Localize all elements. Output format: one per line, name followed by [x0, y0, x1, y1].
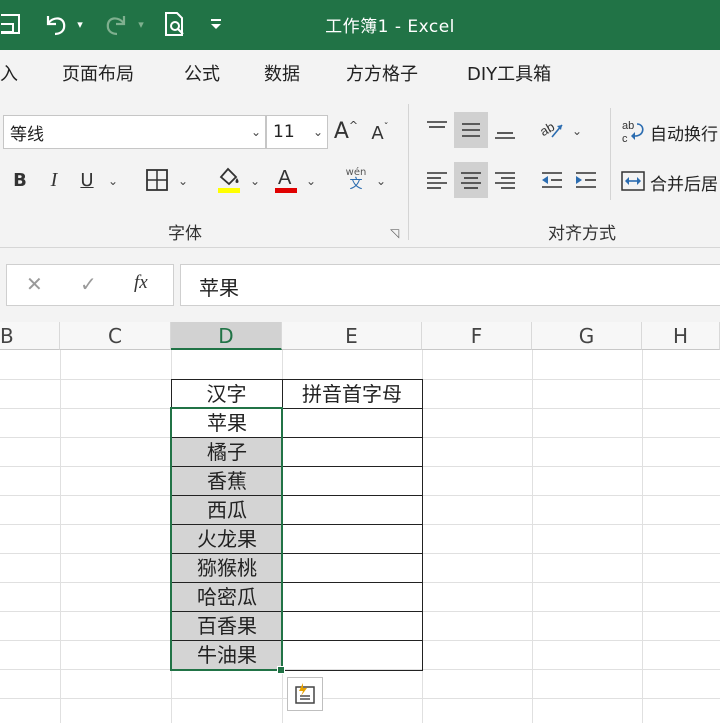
align-middle-icon[interactable]	[454, 112, 488, 148]
gridline	[0, 698, 720, 699]
chevron-down-icon[interactable]: ⌄	[250, 174, 260, 188]
window-title: 工作簿1 - Excel	[325, 17, 455, 37]
svg-text:c: c	[622, 133, 628, 144]
column-header-d[interactable]: D	[171, 322, 282, 350]
column-header-g[interactable]: G	[532, 322, 642, 350]
chevron-down-icon[interactable]: ⌄	[376, 174, 386, 188]
tab-insert[interactable]: 入	[0, 60, 18, 86]
group-separator	[610, 108, 611, 200]
title-bar: ▾ ▾ 工作簿1 - Excel	[0, 0, 720, 50]
increase-indent-icon[interactable]	[570, 162, 602, 198]
font-color-icon[interactable]: A	[270, 162, 302, 196]
tab-formulas[interactable]: 公式	[184, 60, 220, 86]
align-right-icon[interactable]	[488, 162, 522, 198]
merge-center-button[interactable]: 合并后居	[650, 170, 718, 195]
align-left-icon[interactable]	[420, 162, 454, 198]
svg-text:ab: ab	[622, 120, 634, 132]
wrap-text-button[interactable]: 自动换行	[650, 120, 718, 145]
font-size-value: 11	[273, 122, 295, 142]
column-header-c[interactable]: C	[60, 322, 171, 350]
chevron-down-icon[interactable]: ⌄	[572, 124, 582, 138]
gridline	[60, 350, 61, 723]
italic-button[interactable]: I	[40, 164, 68, 196]
phonetic-guide-button[interactable]: wén 文	[340, 164, 372, 196]
tab-data[interactable]: 数据	[264, 60, 300, 86]
font-group-label: 字体	[168, 224, 202, 244]
cancel-entry-icon[interactable]: ✕	[26, 272, 43, 296]
fill-handle[interactable]	[277, 666, 285, 674]
decrease-font-icon[interactable]: Aˇ	[366, 116, 394, 150]
selection-border	[170, 407, 283, 671]
group-separator	[408, 104, 409, 240]
insert-function-icon[interactable]: fx	[134, 272, 148, 294]
font-dialog-launcher-icon[interactable]: ◹	[390, 226, 399, 240]
tab-page-layout[interactable]: 页面布局	[62, 60, 134, 86]
chevron-down-icon[interactable]: ⌄	[247, 125, 265, 139]
chevron-down-icon[interactable]: ⌄	[306, 174, 316, 188]
quick-analysis-icon[interactable]	[287, 677, 323, 711]
column-header-f[interactable]: F	[422, 322, 532, 350]
column-header-e[interactable]: E	[282, 322, 422, 350]
column-header-b[interactable]: B	[0, 322, 60, 350]
merge-center-icon[interactable]	[620, 166, 646, 196]
underline-button[interactable]: U	[74, 164, 100, 196]
svg-text:A: A	[278, 167, 292, 189]
fill-color-icon[interactable]	[212, 162, 246, 196]
column-header-h[interactable]: H	[642, 322, 720, 350]
phonetic-bottom-text: 文	[349, 177, 363, 192]
align-center-icon[interactable]	[454, 162, 488, 198]
decrease-indent-icon[interactable]	[536, 162, 568, 198]
orientation-icon[interactable]: ab	[534, 112, 570, 146]
formula-input[interactable]: 苹果	[180, 264, 720, 306]
svg-text:ab: ab	[538, 119, 557, 139]
wrap-text-icon[interactable]: ab c	[620, 116, 646, 146]
tab-fangfang-gezi[interactable]: 方方格子	[346, 60, 418, 86]
ribbon-tabs: 入 页面布局 公式 数据 方方格子 DIY工具箱	[0, 50, 720, 94]
bold-button[interactable]: B	[6, 164, 34, 196]
alignment-group-label: 对齐方式	[548, 224, 616, 244]
align-top-icon[interactable]	[420, 112, 454, 146]
font-name-value: 等线	[10, 124, 44, 145]
confirm-entry-icon[interactable]: ✓	[80, 272, 97, 296]
increase-font-icon[interactable]: A ^	[332, 114, 360, 148]
tab-diy-toolbox[interactable]: DIY工具箱	[467, 60, 551, 86]
font-size-combo[interactable]: 11 ⌄	[266, 115, 328, 149]
chevron-down-icon[interactable]: ⌄	[178, 174, 188, 188]
chevron-down-icon[interactable]: ⌄	[309, 125, 327, 139]
border-icon[interactable]	[140, 164, 174, 196]
font-name-combo[interactable]: 等线 ⌄	[3, 115, 266, 149]
gridline	[532, 350, 533, 723]
align-bottom-icon[interactable]	[488, 114, 522, 148]
gridline	[642, 350, 643, 723]
chevron-down-icon[interactable]: ⌄	[108, 174, 118, 188]
